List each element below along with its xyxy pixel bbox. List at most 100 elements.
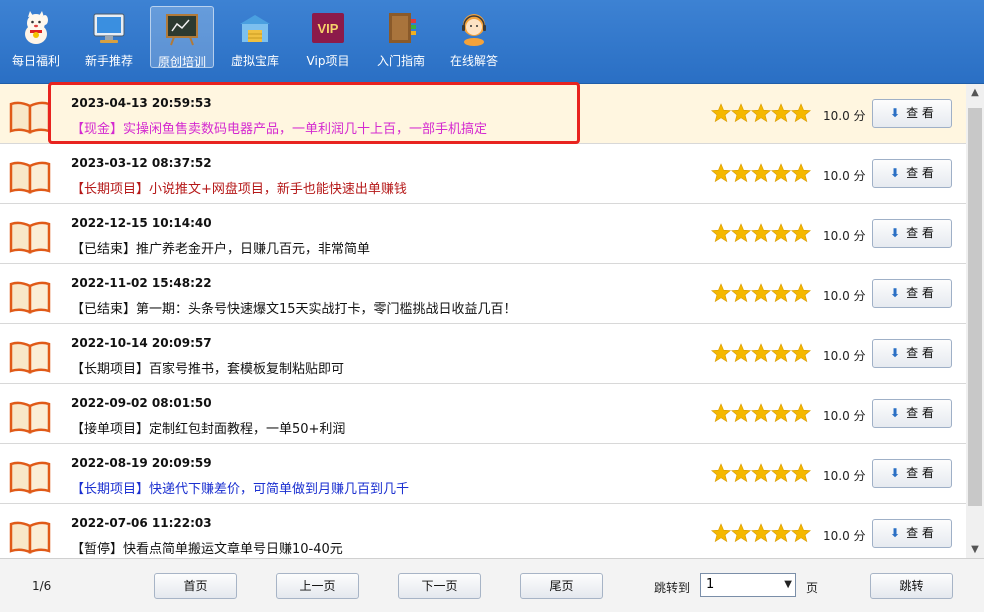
prev-page-button[interactable]: 上一页	[276, 573, 359, 599]
svg-text:VIP: VIP	[318, 21, 339, 36]
first-page-button[interactable]: 首页	[154, 573, 237, 599]
score-unit: 分	[853, 469, 866, 483]
book-guide-icon	[389, 13, 416, 43]
jump-button[interactable]: 跳转	[870, 573, 953, 599]
toolbar-label: 入门指南	[376, 54, 425, 68]
page-suffix: 页	[806, 581, 819, 595]
item-title-link[interactable]: 【已结束】推广养老金开户，日赚几百元，非常简单	[71, 238, 370, 257]
star-icon	[710, 343, 732, 363]
view-button-label: 查 看	[906, 526, 934, 540]
list-item[interactable]: 2022-07-06 11:22:03 【暂停】快看点简单搬运文章单号日赚10-4…	[0, 504, 966, 558]
score-unit: 分	[853, 349, 866, 363]
star-icon	[750, 523, 772, 543]
star-icon	[750, 343, 772, 363]
toolbar-label: 每日福利	[11, 54, 60, 68]
list-item[interactable]: 2023-03-12 08:37:52 【长期项目】小说推文+网盘项目，新手也能快…	[0, 144, 966, 204]
star-icon	[710, 103, 732, 123]
toolbar-item-online-help[interactable]: 在线解答	[442, 6, 506, 68]
item-title-link[interactable]: 【暂停】快看点简单搬运文章单号日赚10-40元	[71, 538, 343, 557]
item-score: 10.0 分	[823, 467, 866, 484]
toolbar-item-original-training[interactable]: 原创培训	[150, 6, 214, 69]
star-icon	[750, 163, 772, 183]
score-value: 10.0	[823, 289, 850, 303]
view-button[interactable]: ⬇ 查 看	[872, 159, 952, 188]
scroll-down-arrow-icon[interactable]: ▼	[966, 541, 984, 558]
star-icon	[790, 523, 812, 543]
item-date: 2022-12-15 10:14:40	[71, 216, 212, 230]
score-value: 10.0	[823, 409, 850, 423]
lucky-cat-icon	[25, 11, 48, 44]
list-item[interactable]: 2022-09-02 08:01:50 【接单项目】定制红包封面教程，一单50+利…	[0, 384, 966, 444]
item-title-link[interactable]: 【长期项目】小说推文+网盘项目，新手也能快速出单赚钱	[71, 178, 407, 197]
view-button[interactable]: ⬇ 查 看	[872, 219, 952, 248]
view-button[interactable]: ⬇ 查 看	[872, 339, 952, 368]
toolbar-item-vip[interactable]: VIP Vip项目	[296, 6, 360, 68]
star-icon	[790, 283, 812, 303]
list-item[interactable]: 2023-04-13 20:59:53 【现金】实操闲鱼售卖数码电器产品，一单利润…	[0, 84, 966, 144]
book-icon	[8, 520, 52, 554]
score-unit: 分	[853, 289, 866, 303]
item-score: 10.0 分	[823, 527, 866, 544]
toolbar-item-daily-welfare[interactable]: 每日福利	[4, 6, 68, 68]
item-title-link[interactable]: 【已结束】第一期：头条号快速爆文15天实战打卡，零门槛挑战日收益几百！	[71, 298, 517, 317]
star-icon	[710, 463, 732, 483]
item-date: 2022-11-02 15:48:22	[71, 276, 212, 290]
rating-stars	[710, 463, 812, 485]
item-title-link[interactable]: 【长期项目】百家号推书，套模板复制粘贴即可	[71, 358, 344, 377]
score-value: 10.0	[823, 169, 850, 183]
score-unit: 分	[853, 109, 866, 123]
score-value: 10.0	[823, 349, 850, 363]
toolbar-item-newbie[interactable]: 新手推荐	[77, 6, 141, 68]
page-info: 1/6	[32, 579, 52, 593]
pagination-footer: 1/6 首页 上一页 下一页 尾页 跳转到 1 ▼ 页 跳转	[0, 558, 984, 612]
item-score: 10.0 分	[823, 227, 866, 244]
star-icon	[730, 163, 752, 183]
item-score: 10.0 分	[823, 347, 866, 364]
vertical-scrollbar[interactable]: ▲ ▼	[966, 84, 984, 558]
toolbar-label: 在线解答	[449, 54, 498, 68]
star-icon	[770, 523, 792, 543]
toolbar-item-virtual-vault[interactable]: 虚拟宝库	[223, 6, 287, 68]
star-icon	[770, 343, 792, 363]
jump-page-select[interactable]: 1 ▼	[700, 573, 796, 597]
view-button[interactable]: ⬇ 查 看	[872, 519, 952, 548]
scrollbar-thumb[interactable]	[968, 108, 982, 506]
last-page-button[interactable]: 尾页	[520, 573, 603, 599]
download-arrow-icon: ⬇	[890, 226, 901, 240]
list-item[interactable]: 2022-10-14 20:09:57 【长期项目】百家号推书，套模板复制粘贴即可…	[0, 324, 966, 384]
star-icon	[750, 103, 772, 123]
score-unit: 分	[853, 229, 866, 243]
jump-page-value: 1	[706, 577, 715, 592]
view-button-label: 查 看	[906, 166, 934, 180]
monitor-icon	[93, 13, 125, 43]
book-icon	[8, 280, 52, 314]
support-agent-icon	[462, 14, 486, 46]
next-page-button[interactable]: 下一页	[398, 573, 481, 599]
star-icon	[730, 343, 752, 363]
app-window: 每日福利 新手推荐 原创培训 虚拟宝库 VIP Vip项目 入门指南 在线解答 …	[0, 0, 984, 612]
rating-stars	[710, 343, 812, 365]
star-icon	[770, 403, 792, 423]
scroll-up-arrow-icon[interactable]: ▲	[966, 84, 984, 101]
view-button[interactable]: ⬇ 查 看	[872, 399, 952, 428]
list-item[interactable]: 2022-08-19 20:09:59 【长期项目】快递代下赚差价，可简单做到月赚…	[0, 444, 966, 504]
item-title-link[interactable]: 【接单项目】定制红包封面教程，一单50+利润	[71, 418, 345, 437]
toolbar-item-guide[interactable]: 入门指南	[369, 6, 433, 68]
item-title-link[interactable]: 【长期项目】快递代下赚差价，可简单做到月赚几百到几千	[71, 478, 409, 497]
warehouse-icon	[240, 15, 270, 42]
star-icon	[730, 103, 752, 123]
download-arrow-icon: ⬇	[890, 286, 901, 300]
star-icon	[790, 343, 812, 363]
book-icon	[8, 460, 52, 494]
item-title-link[interactable]: 【现金】实操闲鱼售卖数码电器产品，一单利润几十上百，一部手机搞定	[71, 118, 487, 137]
view-button[interactable]: ⬇ 查 看	[872, 459, 952, 488]
score-value: 10.0	[823, 109, 850, 123]
list-item[interactable]: 2022-11-02 15:48:22 【已结束】第一期：头条号快速爆文15天实战…	[0, 264, 966, 324]
star-icon	[750, 283, 772, 303]
list-item[interactable]: 2022-12-15 10:14:40 【已结束】推广养老金开户，日赚几百元，非常…	[0, 204, 966, 264]
score-value: 10.0	[823, 229, 850, 243]
download-arrow-icon: ⬇	[890, 526, 901, 540]
view-button[interactable]: ⬇ 查 看	[872, 279, 952, 308]
view-button[interactable]: ⬇ 查 看	[872, 99, 952, 128]
view-button-label: 查 看	[906, 406, 934, 420]
